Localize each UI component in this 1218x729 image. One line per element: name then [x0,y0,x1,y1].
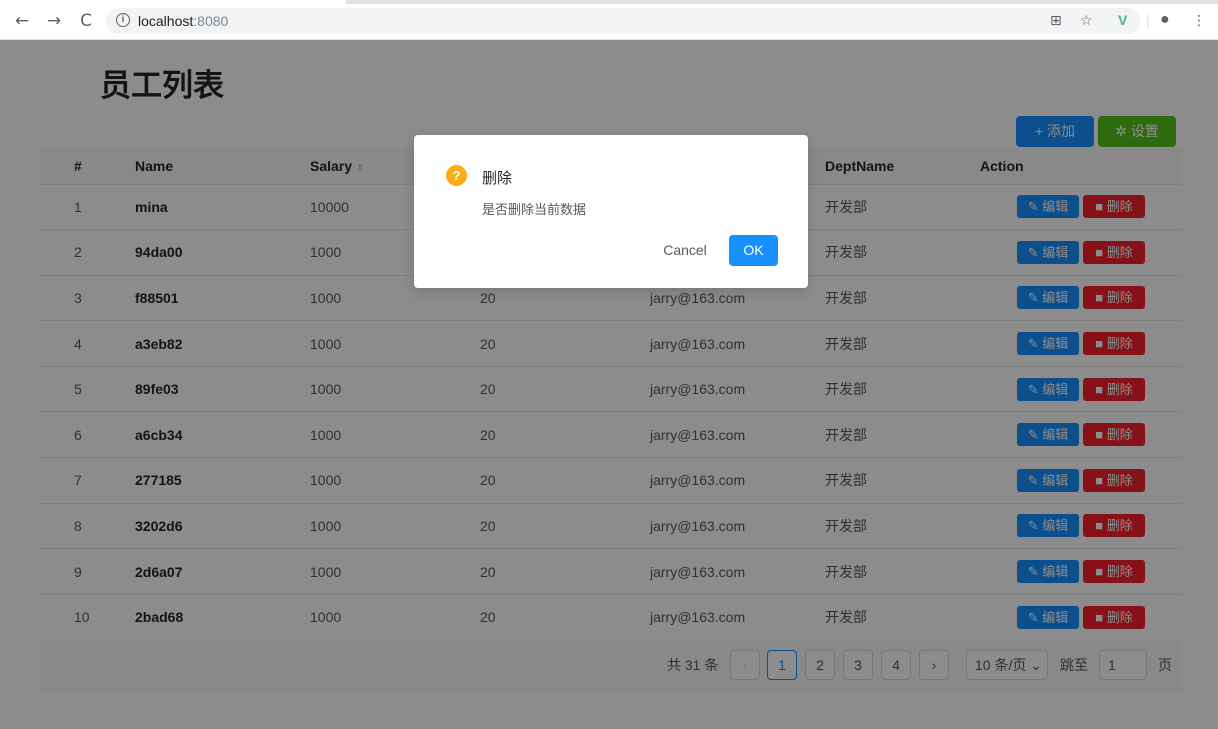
vue-devtools-icon[interactable]: V [1118,12,1127,28]
confirm-delete-modal: ? 删除 是否删除当前数据 Cancel OK [414,135,808,288]
reload-icon[interactable]: C [76,11,96,31]
address-bar[interactable]: i localhost:8080 [106,8,1140,34]
modal-title: 删除 [482,170,513,187]
menu-icon[interactable]: ⋮ [1192,12,1206,28]
forward-arrow-icon[interactable]: → [44,11,64,31]
cancel-button[interactable]: Cancel [654,235,716,266]
info-icon[interactable]: i [116,13,130,27]
back-arrow-icon[interactable]: ← [12,11,32,31]
tab-strip [0,0,1218,4]
ok-button[interactable]: OK [729,235,778,266]
profile-icon[interactable]: ● [1160,12,1170,28]
star-icon[interactable]: ☆ [1080,12,1093,28]
browser-toolbar: ← → C i localhost:8080 ⊞ ☆ V | ● ⋮ [0,0,1218,40]
question-icon: ? [446,165,467,186]
translate-icon[interactable]: ⊞ [1050,12,1062,28]
url-text: localhost:8080 [138,13,229,29]
toolbar-divider: | [1146,12,1150,28]
modal-content: 是否删除当前数据 [482,202,587,217]
